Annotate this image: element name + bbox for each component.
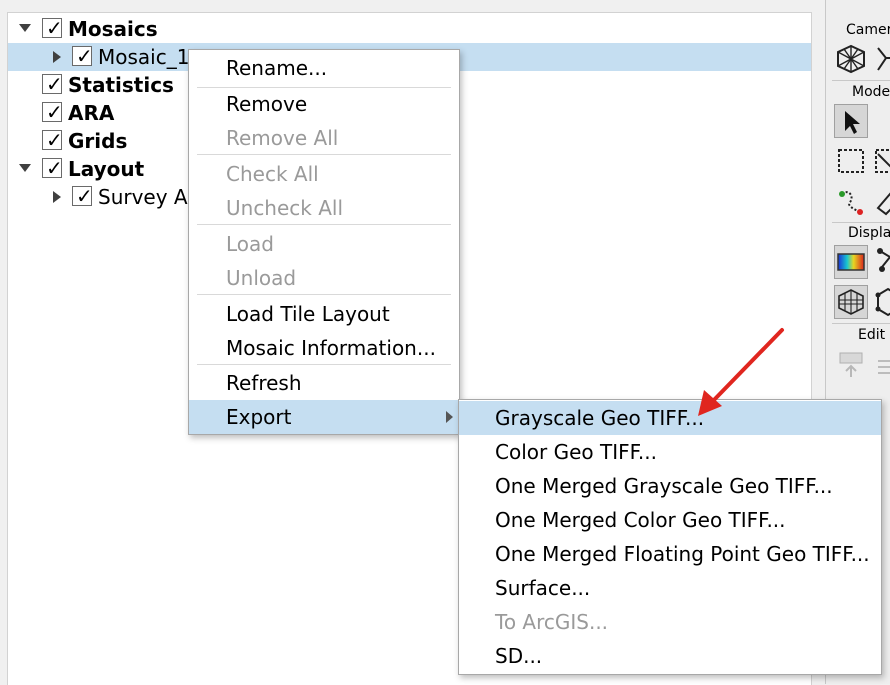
- mesh-display-icon[interactable]: [834, 285, 868, 319]
- wireframe-display-icon[interactable]: [872, 285, 890, 319]
- pointer-select-icon[interactable]: [834, 104, 868, 138]
- tree-item-label: Statistics: [68, 73, 174, 97]
- menu-item-unload[interactable]: Unload: [189, 261, 459, 295]
- checkbox-statistics[interactable]: ✓: [42, 73, 63, 95]
- section-label-mode: Mode: [852, 84, 890, 100]
- menu-item-load-tile-layout[interactable]: Load Tile Layout: [189, 297, 459, 331]
- tree-item-label: Mosaic_1: [98, 45, 190, 69]
- checkbox-mosaics[interactable]: ✓: [42, 17, 63, 39]
- menu-item-refresh[interactable]: Refresh: [189, 366, 459, 400]
- section-label-camera: Camera: [846, 22, 890, 38]
- lasso-select-icon[interactable]: [872, 144, 890, 178]
- menu-item-remove-all[interactable]: Remove All: [189, 121, 459, 155]
- menu-item-check-all[interactable]: Check All: [189, 157, 459, 191]
- submenu-item-merged-floating-point[interactable]: One Merged Floating Point Geo TIFF...: [459, 537, 881, 571]
- checkbox-layout[interactable]: ✓: [42, 157, 63, 179]
- collapse-arrow-icon[interactable]: [19, 164, 31, 172]
- menu-item-export[interactable]: Export: [189, 400, 459, 434]
- camera-view-icon[interactable]: [872, 42, 890, 76]
- point-display-icon[interactable]: [872, 245, 890, 279]
- polyline-tool-icon[interactable]: [834, 184, 868, 218]
- menu-item-load[interactable]: Load: [189, 227, 459, 261]
- section-label-display: Display: [848, 225, 890, 241]
- menu-item-rename[interactable]: Rename...: [189, 51, 459, 85]
- camera-grid-icon[interactable]: [834, 42, 868, 76]
- measure-tool-icon[interactable]: [872, 184, 890, 218]
- submenu-arrow-icon: [446, 411, 453, 423]
- tree-row-mosaics[interactable]: ✓ Mosaics: [8, 15, 811, 43]
- expand-arrow-icon[interactable]: [53, 51, 61, 63]
- tree-item-label: Grids: [68, 129, 128, 153]
- menu-item-uncheck-all[interactable]: Uncheck All: [189, 191, 459, 225]
- submenu-item-color-geo-tiff[interactable]: Color Geo TIFF...: [459, 435, 881, 469]
- checkbox-ara[interactable]: ✓: [42, 101, 63, 123]
- collapse-arrow-icon[interactable]: [19, 24, 31, 32]
- rectangle-select-icon[interactable]: [834, 144, 868, 178]
- submenu-item-grayscale-geo-tiff[interactable]: Grayscale Geo TIFF...: [459, 401, 881, 435]
- checkbox-grids[interactable]: ✓: [42, 129, 63, 151]
- expand-arrow-icon[interactable]: [53, 191, 61, 203]
- tree-item-label: Mosaics: [68, 17, 158, 41]
- checkbox-survey-area[interactable]: ✓: [72, 185, 93, 207]
- submenu-item-merged-color[interactable]: One Merged Color Geo TIFF...: [459, 503, 881, 537]
- submenu-item-sd[interactable]: SD...: [459, 639, 881, 673]
- tree-item-label: Layout: [68, 157, 145, 181]
- submenu-item-to-arcgis[interactable]: To ArcGIS...: [459, 605, 881, 639]
- tree-item-label: ARA: [68, 101, 115, 125]
- export-submenu: Grayscale Geo TIFF... Color Geo TIFF... …: [458, 399, 882, 675]
- context-menu: Rename... Remove Remove All Check All Un…: [188, 49, 460, 435]
- checkbox-mosaic-1[interactable]: ✓: [72, 45, 93, 67]
- menu-item-remove[interactable]: Remove: [189, 87, 459, 121]
- align-icon[interactable]: [872, 347, 890, 381]
- menu-item-mosaic-information[interactable]: Mosaic Information...: [189, 331, 459, 365]
- submenu-item-merged-grayscale[interactable]: One Merged Grayscale Geo TIFF...: [459, 469, 881, 503]
- section-label-edit: Edit: [858, 327, 886, 343]
- submenu-item-surface[interactable]: Surface...: [459, 571, 881, 605]
- color-map-icon[interactable]: [834, 245, 868, 279]
- raise-icon[interactable]: [834, 347, 868, 381]
